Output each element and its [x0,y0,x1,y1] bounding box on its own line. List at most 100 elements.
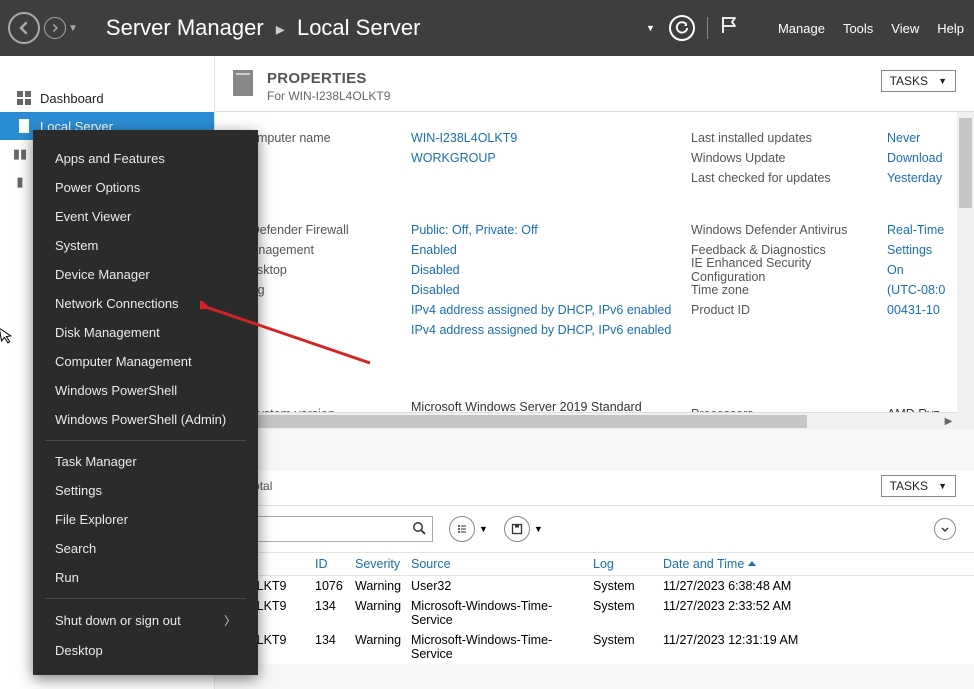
prop-value[interactable]: Download [887,151,943,165]
ctx-windows-powershell[interactable]: Windows PowerShell [33,376,258,405]
refresh-button[interactable] [669,15,695,41]
ctx-device-manager[interactable]: Device Manager [33,260,258,289]
expand-toggle-button[interactable] [934,518,956,540]
properties-tasks-dropdown[interactable]: TASKS ▼ [881,70,956,92]
vertical-scrollbar[interactable] [957,112,974,429]
event-row[interactable]: L4OLKT9 1076 Warning User32 System 11/27… [215,576,974,596]
prop-label: Last installed updates [691,131,887,145]
title-bar: ▼ Server Manager ▸ Local Server ▼ Manage… [0,0,974,56]
ctx-label: File Explorer [55,512,128,527]
menu-separator [45,440,246,441]
col-date[interactable]: Date and Time [663,557,863,571]
sidebar-label: Dashboard [40,91,104,106]
property-row: 2 IPv4 address assigned by DHCP, IPv6 en… [241,320,974,340]
prop-value[interactable]: IPv4 address assigned by DHCP, IPv6 enab… [411,303,691,317]
scroll-thumb[interactable] [959,118,972,208]
events-filter-input[interactable] [233,516,433,542]
property-row: Last checked for updates Yesterday [241,168,974,188]
ctx-label: Device Manager [55,267,150,282]
scroll-right-button[interactable]: ▶ [940,413,957,429]
chevron-right-icon: 〉 [224,612,236,629]
search-icon[interactable] [406,521,432,538]
prop-value[interactable]: Settings [887,243,932,257]
menu-view[interactable]: View [891,21,919,36]
col-severity[interactable]: Severity [355,557,411,571]
server-icon [16,119,32,133]
forward-button[interactable] [44,17,66,39]
properties-title: PROPERTIES [267,70,390,87]
property-row: s Defender Firewall Public: Off, Private… [241,220,974,240]
query-builder-button[interactable] [449,516,475,542]
event-row[interactable]: L4OLKT9 134 Warning Microsoft-Windows-Ti… [215,596,974,630]
property-row: Desktop Disabled IE Enhanced Security Co… [241,260,974,280]
prop-value[interactable]: Yesterday [887,171,942,185]
prop-label: 2 [241,323,411,337]
prop-value[interactable]: (UTC-08:0 [887,283,945,297]
ctx-desktop[interactable]: Desktop [33,636,258,665]
menu-manage[interactable]: Manage [778,21,825,36]
ctx-label: Shut down or sign out [55,613,181,628]
ctx-label: Windows PowerShell [55,383,177,398]
prop-label: Desktop [241,263,411,277]
ctx-settings[interactable]: Settings [33,476,258,505]
col-source[interactable]: Source [411,557,593,571]
back-button[interactable] [8,12,40,44]
prop-value[interactable]: 00431-10 [887,303,940,317]
sidebar-item-dashboard[interactable]: Dashboard [0,84,214,112]
col-id[interactable]: ID [315,557,355,571]
save-query-button[interactable] [504,516,530,542]
ctx-label: Event Viewer [55,209,131,224]
address-dropdown[interactable]: ▼ [646,23,655,33]
prop-value[interactable]: On [887,263,904,277]
ctx-shutdown[interactable]: Shut down or sign out 〉 [33,605,258,636]
ctx-event-viewer[interactable]: Event Viewer [33,202,258,231]
prop-value[interactable]: WIN-I238L4OLKT9 [411,131,691,145]
cell-severity: Warning [355,599,411,627]
prop-label: IE Enhanced Security Configuration [691,256,887,284]
prop-value[interactable]: Disabled [411,263,691,277]
menu-tools[interactable]: Tools [843,21,873,36]
ctx-label: Network Connections [55,296,179,311]
separator [707,17,708,39]
prop-value[interactable]: Never [887,131,920,145]
menu-help[interactable]: Help [937,21,964,36]
crumb-page[interactable]: Local Server [297,15,421,40]
ctx-file-explorer[interactable]: File Explorer [33,505,258,534]
property-row: ning Disabled Time zone (UTC-08:0 [241,280,974,300]
ctx-search[interactable]: Search [33,534,258,563]
property-row: IPv4 address assigned by DHCP, IPv6 enab… [241,300,974,320]
event-row[interactable]: L4OLKT9 134 Warning Microsoft-Windows-Ti… [215,630,974,664]
crumb-root[interactable]: Server Manager [106,15,264,40]
prop-value[interactable]: IPv4 address assigned by DHCP, IPv6 enab… [411,323,691,337]
scroll-thumb[interactable] [217,415,807,428]
ctx-computer-management[interactable]: Computer Management [33,347,258,376]
ctx-disk-management[interactable]: Disk Management [33,318,258,347]
ctx-label: Disk Management [55,325,160,340]
chevron-down-icon[interactable]: ▼ [534,524,543,534]
ctx-run[interactable]: Run [33,563,258,592]
col-log[interactable]: Log [593,557,663,571]
ctx-apps-and-features[interactable]: Apps and Features [33,144,258,173]
prop-value[interactable]: Public: Off, Private: Off [411,223,691,237]
prop-value[interactable]: Real-Time [887,223,944,237]
nav-history-dropdown[interactable]: ▼ [68,23,78,34]
prop-value[interactable]: WORKGROUP [411,151,691,165]
prop-value[interactable]: Disabled [411,283,691,297]
events-tasks-dropdown[interactable]: TASKS ▼ [881,475,956,497]
cell-severity: Warning [355,633,411,661]
ctx-network-connections[interactable]: Network Connections [33,289,258,318]
property-row: up WORKGROUP Windows Update Download [241,148,974,168]
prop-value[interactable]: Enabled [411,243,691,257]
cell-log: System [593,633,663,661]
notifications-flag-icon[interactable] [720,15,738,41]
filter-textfield[interactable] [234,522,406,536]
ctx-label: Windows PowerShell (Admin) [55,412,226,427]
ctx-windows-powershell-admin-[interactable]: Windows PowerShell (Admin) [33,405,258,434]
ctx-system[interactable]: System [33,231,258,260]
horizontal-scrollbar[interactable]: ▶ [215,412,957,429]
ctx-power-options[interactable]: Power Options [33,173,258,202]
ctx-task-manager[interactable]: Task Manager [33,447,258,476]
prop-label: Feedback & Diagnostics [691,243,887,257]
cell-date: 11/27/2023 2:33:52 AM [663,599,863,627]
chevron-down-icon[interactable]: ▼ [479,524,488,534]
